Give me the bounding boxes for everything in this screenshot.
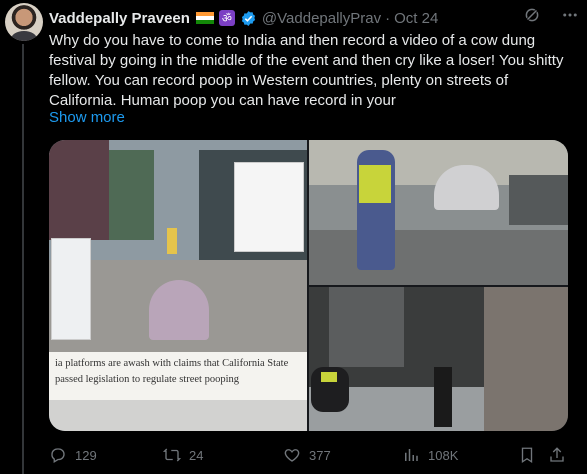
separator: ·	[385, 9, 391, 27]
tweet-text: Why do you have to come to India and the…	[49, 32, 564, 109]
tweet-date[interactable]: Oct 24	[394, 10, 438, 27]
like-icon	[284, 449, 300, 462]
bookmark-icon	[521, 447, 533, 464]
views-icon	[405, 449, 418, 461]
repost-count: 24	[189, 447, 204, 463]
share-icon	[550, 447, 564, 462]
verified-icon	[241, 10, 256, 26]
share-button[interactable]	[548, 445, 566, 465]
media-image-street[interactable]: ia platforms are awash with claims that …	[49, 140, 307, 431]
more-icon[interactable]	[561, 6, 579, 24]
top-icons	[523, 6, 579, 24]
reply-button[interactable]: 129	[49, 445, 97, 465]
avatar[interactable]	[5, 3, 43, 41]
grok-icon[interactable]	[523, 6, 541, 24]
media-image-caption: ia platforms are awash with claims that …	[49, 352, 307, 400]
like-count: 377	[309, 447, 331, 463]
media-grid: ia platforms are awash with claims that …	[49, 140, 568, 431]
repost-icon	[163, 448, 181, 462]
reply-icon	[51, 448, 65, 463]
media-image-cleaning[interactable]	[309, 140, 568, 285]
india-flag-icon	[195, 11, 214, 25]
views-count: 108K	[428, 447, 459, 463]
handle[interactable]: @VaddepallyPrav	[262, 10, 381, 27]
om-icon: ॐ	[218, 10, 235, 26]
media-image-alley[interactable]	[309, 287, 568, 431]
show-more-link[interactable]: Show more	[49, 109, 125, 126]
reply-count: 129	[75, 447, 97, 463]
like-button[interactable]: 377	[283, 445, 331, 465]
thread-line	[22, 44, 24, 474]
bookmark-button[interactable]	[518, 445, 536, 465]
display-name[interactable]: Vaddepally Praveen	[49, 10, 190, 27]
action-bar: 129 24 377 108K	[49, 445, 569, 465]
views-button[interactable]: 108K	[402, 445, 458, 465]
repost-button[interactable]: 24	[163, 445, 203, 465]
tweet-header: Vaddepally Praveen ॐ @VaddepallyPrav · O…	[49, 8, 438, 28]
